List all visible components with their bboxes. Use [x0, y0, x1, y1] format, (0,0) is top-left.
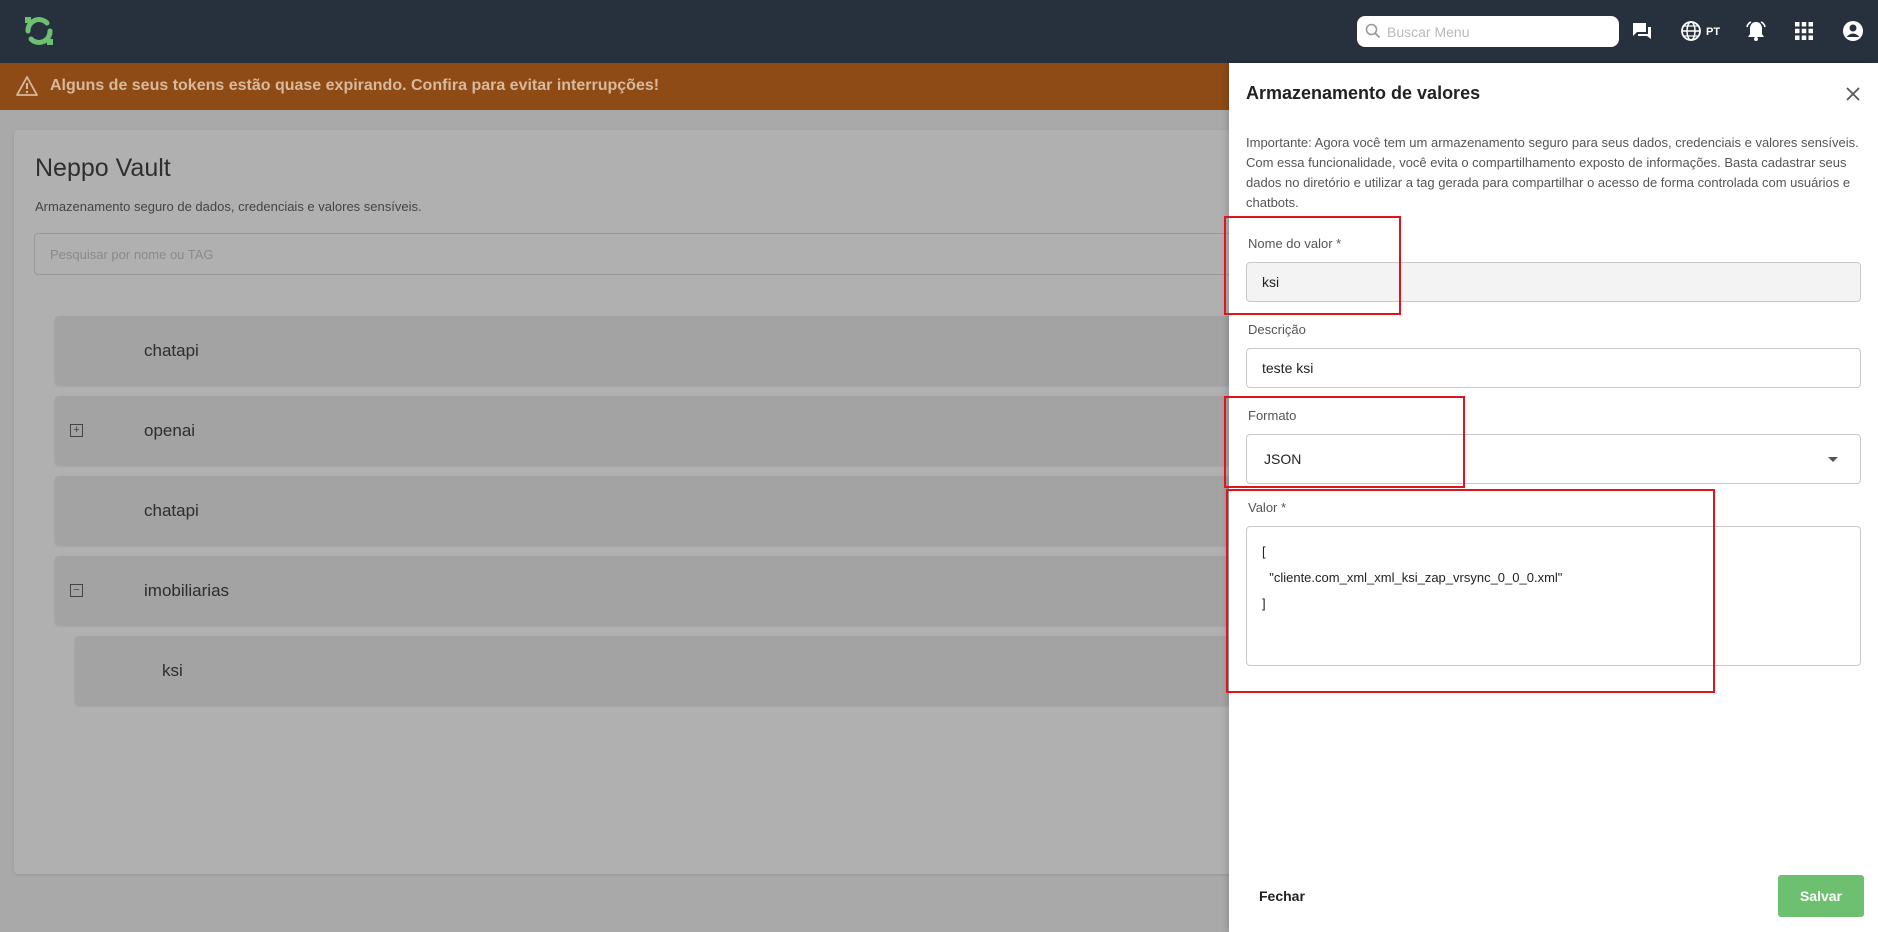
- account-icon[interactable]: [1841, 19, 1865, 43]
- bell-icon[interactable]: [1744, 19, 1768, 43]
- vault-item-label: chatapi: [144, 341, 199, 360]
- value-field[interactable]: [ "cliente.com_xml_xml_ksi_zap_vrsync_0_…: [1246, 526, 1861, 666]
- expand-icon[interactable]: +: [70, 424, 83, 437]
- value-storage-drawer: Armazenamento de valores Importante: Ago…: [1224, 63, 1878, 932]
- value-name-field[interactable]: [1246, 262, 1861, 302]
- menu-search-input[interactable]: [1387, 16, 1613, 47]
- description-input[interactable]: [1247, 349, 1860, 387]
- value-label: Valor *: [1248, 500, 1287, 515]
- format-selected-value: JSON: [1264, 451, 1302, 467]
- page-title: Neppo Vault: [35, 154, 171, 182]
- value-textarea[interactable]: [ "cliente.com_xml_xml_ksi_zap_vrsync_0_…: [1247, 527, 1860, 665]
- warning-icon: [16, 76, 38, 96]
- chat-icon[interactable]: [1630, 19, 1654, 43]
- format-label: Formato: [1248, 408, 1297, 423]
- collapse-icon[interactable]: −: [70, 584, 83, 597]
- vault-item-row[interactable]: + openai: [55, 396, 1355, 465]
- logo-icon[interactable]: [22, 14, 56, 48]
- vault-item-label: chatapi: [144, 501, 199, 520]
- vault-item-label: imobiliarias: [144, 581, 230, 600]
- page-subtitle: Armazenamento seguro de dados, credencia…: [35, 199, 422, 214]
- vault-subitem-row[interactable]: ksi: [75, 636, 1355, 705]
- menu-search-box[interactable]: [1357, 16, 1619, 47]
- banner-message[interactable]: Alguns de seus tokens estão quase expira…: [50, 77, 659, 95]
- search-icon: [1365, 23, 1381, 39]
- top-bar: PT: [0, 0, 1878, 63]
- vault-search-input[interactable]: [35, 234, 1333, 274]
- vault-item-row[interactable]: chatapi: [55, 316, 1355, 385]
- globe-icon[interactable]: [1679, 19, 1703, 43]
- close-button[interactable]: Fechar: [1259, 888, 1305, 904]
- value-name-label: Nome do valor *: [1248, 236, 1342, 251]
- description-label: Descrição: [1248, 322, 1306, 337]
- value-name-input[interactable]: [1247, 263, 1860, 301]
- dropdown-arrow-icon[interactable]: [1828, 457, 1838, 462]
- close-icon[interactable]: [1839, 80, 1867, 108]
- vault-item-label: ksi: [162, 661, 183, 680]
- drawer-intro-text: Importante: Agora você tem um armazename…: [1246, 135, 1859, 210]
- format-select[interactable]: JSON: [1246, 434, 1861, 484]
- apps-grid-icon[interactable]: [1792, 19, 1816, 43]
- save-button[interactable]: Salvar: [1778, 875, 1864, 917]
- vault-item-row[interactable]: − imobiliarias: [55, 556, 1355, 625]
- vault-search-box[interactable]: [34, 233, 1334, 275]
- vault-item-row[interactable]: chatapi: [55, 476, 1355, 545]
- description-field[interactable]: [1246, 348, 1861, 388]
- drawer-title: Armazenamento de valores: [1246, 83, 1481, 103]
- language-label[interactable]: PT: [1706, 26, 1720, 38]
- vault-item-label: openai: [144, 421, 196, 440]
